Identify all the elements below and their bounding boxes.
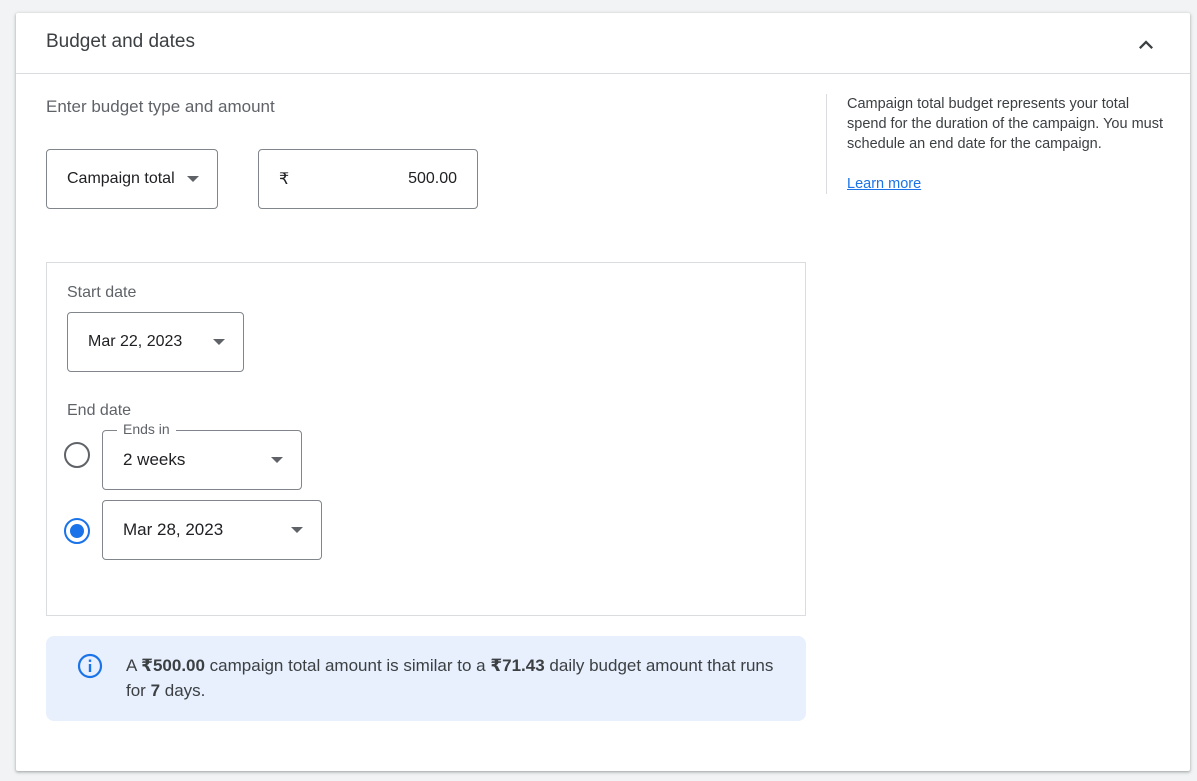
help-divider (826, 94, 827, 194)
dropdown-arrow-icon (291, 527, 303, 533)
start-date-select[interactable]: Mar 22, 2023 (67, 312, 244, 372)
daily-amount: ₹71.43 (490, 656, 545, 675)
learn-more-link[interactable]: Learn more (847, 174, 921, 194)
ends-in-value: 2 weeks (123, 450, 186, 469)
radio-selected-dot (70, 524, 84, 538)
card-header[interactable]: Budget and dates (16, 13, 1190, 74)
info-message: A ₹500.00 campaign total amount is simil… (126, 656, 774, 700)
ends-in-select[interactable]: Ends in 2 weeks (102, 421, 302, 490)
dropdown-arrow-icon (271, 457, 283, 463)
budget-amount-input[interactable]: ₹ 500.00 (258, 149, 478, 209)
dropdown-arrow-icon (187, 176, 199, 182)
budget-type-select[interactable]: Campaign total (46, 149, 218, 209)
dropdown-arrow-icon (213, 339, 225, 345)
budget-type-label: Enter budget type and amount (46, 97, 275, 116)
budget-and-dates-card: Budget and dates Enter budget type and a… (16, 13, 1190, 771)
days-count: 7 (150, 681, 161, 700)
help-text: Campaign total budget represents your to… (847, 96, 1163, 152)
start-date-value: Mar 22, 2023 (88, 333, 183, 350)
end-date-select[interactable]: Mar 28, 2023 (102, 500, 322, 560)
budget-amount-value: 500.00 (408, 170, 457, 187)
end-date-value: Mar 28, 2023 (123, 520, 224, 539)
section-title: Budget and dates (46, 31, 195, 52)
total-amount: ₹500.00 (141, 656, 205, 675)
info-icon (77, 653, 103, 679)
start-date-label: Start date (67, 284, 137, 301)
budget-type-value: Campaign total (67, 170, 175, 187)
ends-in-label: Ends in (117, 421, 176, 437)
chevron-up-icon[interactable] (1132, 31, 1160, 59)
dates-box: Start date Mar 22, 2023 End date Ends in… (46, 262, 806, 616)
ends-in-radio[interactable] (64, 442, 90, 468)
end-date-label: End date (67, 402, 132, 419)
info-banner: A ₹500.00 campaign total amount is simil… (46, 636, 806, 721)
currency-symbol: ₹ (279, 171, 290, 188)
end-date-radio[interactable] (64, 518, 90, 544)
